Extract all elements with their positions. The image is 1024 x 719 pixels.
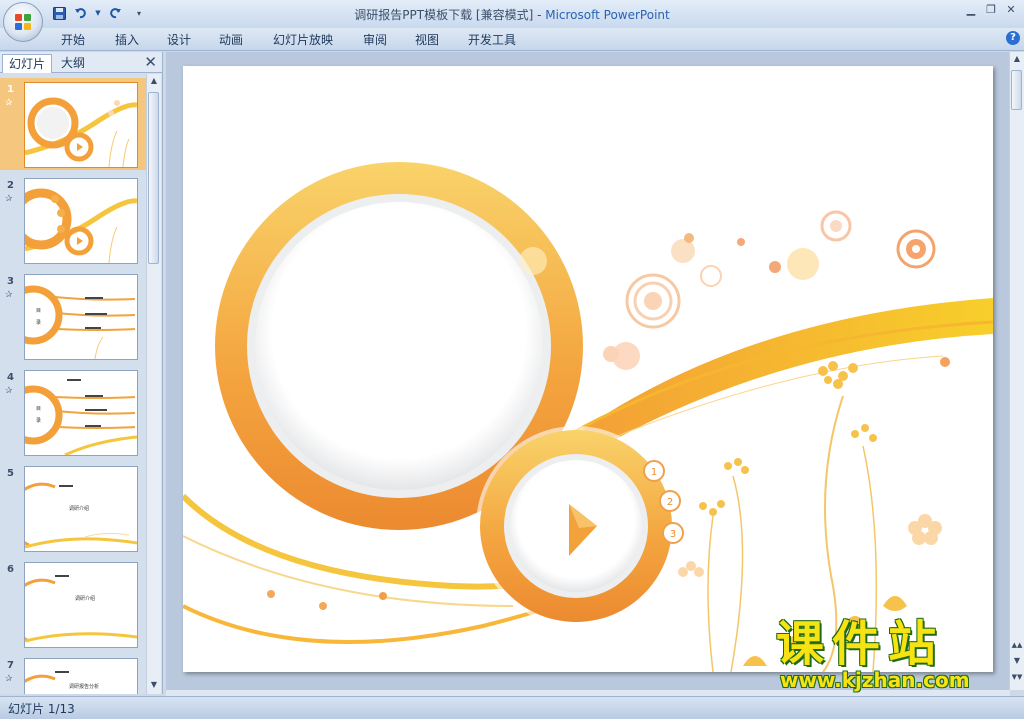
window-controls: ▁ ❐ ✕	[964, 3, 1018, 17]
scroll-thumb[interactable]	[1011, 70, 1022, 110]
badge-2: 2	[667, 497, 673, 508]
thumbnail-list: 1 ✰ 2 ✰ 3 ✰ 目 录 4 ✰ 目 录 5 调研介绍 6 调研介绍 7 …	[0, 74, 146, 694]
next-slide-icon[interactable]: ▼▼	[1010, 670, 1024, 684]
watermark-url: www.kjzhan.com	[780, 668, 970, 692]
transition-icon: ✰	[5, 386, 13, 396]
tab-slideshow[interactable]: 幻灯片放映	[273, 31, 333, 48]
app-name: Microsoft PowerPoint	[545, 8, 670, 22]
slide-thumbnail-1[interactable]: 1 ✰	[0, 78, 146, 170]
slide-editor: 1 2 3	[166, 52, 1010, 690]
office-button[interactable]	[3, 2, 43, 42]
slide-number: 7	[7, 660, 14, 671]
thumbnail-image: 目 录	[24, 370, 138, 456]
thumbnail-label: 调研介绍	[75, 596, 96, 602]
slide-number: 5	[7, 468, 14, 479]
tab-outline[interactable]: 大纲	[55, 54, 91, 72]
tab-animation[interactable]: 动画	[219, 31, 243, 48]
slide-number: 3	[7, 276, 14, 287]
slide-canvas[interactable]: 1 2 3	[183, 66, 993, 672]
scroll-down-icon[interactable]: ▼	[1010, 654, 1024, 668]
document-title: 调研报告PPT模板下载 [兼容模式]	[354, 8, 534, 22]
tab-insert[interactable]: 插入	[115, 31, 139, 48]
slide-artwork: 1 2 3	[183, 162, 993, 672]
transition-icon: ✰	[5, 290, 13, 300]
slide-thumbnail-5[interactable]: 5 调研介绍	[0, 462, 146, 554]
minimize-icon[interactable]: ▁	[964, 3, 978, 17]
slide-thumbnail-4[interactable]: 4 ✰ 目 录	[0, 366, 146, 458]
thumbnail-label: 目	[36, 406, 42, 412]
tab-home[interactable]: 开始	[61, 31, 85, 48]
slides-pane: 幻灯片 大纲 ✕ 1 ✰ 2 ✰ 3 ✰ 目 录 4 ✰ 目 录 5 调研介绍 …	[0, 52, 163, 694]
scroll-up-icon[interactable]: ▲	[1010, 52, 1024, 66]
transition-icon: ✰	[5, 98, 13, 108]
slide-number: 1	[7, 84, 14, 95]
thumbnail-image	[24, 178, 138, 264]
thumbnail-label: 录	[36, 418, 42, 424]
slide-thumbnail-2[interactable]: 2 ✰	[0, 174, 146, 266]
transition-icon: ✰	[5, 194, 13, 204]
thumbnail-image: 调研介绍	[24, 466, 138, 552]
scroll-thumb[interactable]	[148, 92, 159, 264]
badge-1: 1	[651, 467, 657, 478]
previous-slide-icon[interactable]: ▲▲	[1010, 638, 1024, 652]
tab-developer[interactable]: 开发工具	[468, 31, 516, 48]
status-bar: 幻灯片 1/13	[0, 696, 1024, 719]
thumbnail-label: 调研报告分析	[69, 684, 100, 690]
thumbnail-image	[24, 82, 138, 168]
slide-thumbnail-6[interactable]: 6 调研介绍	[0, 558, 146, 650]
thumbnail-image: 目 录	[24, 274, 138, 360]
tab-view[interactable]: 视图	[415, 31, 439, 48]
slide-thumbnail-3[interactable]: 3 ✰ 目 录	[0, 270, 146, 362]
watermark-logo: 课件站 www.kjzhan.com	[776, 616, 1006, 696]
restore-icon[interactable]: ❐	[984, 3, 998, 17]
close-icon[interactable]: ✕	[1004, 3, 1018, 17]
scroll-up-icon[interactable]: ▲	[147, 74, 161, 88]
slide-indicator: 幻灯片 1/13	[8, 702, 75, 716]
thumbnail-label: 录	[36, 320, 42, 326]
tab-slides[interactable]: 幻灯片	[2, 54, 53, 73]
window-title: 调研报告PPT模板下载 [兼容模式] - Microsoft PowerPoin…	[0, 6, 1024, 23]
thumbnail-image: 调研介绍	[24, 562, 138, 648]
pane-tabs: 幻灯片 大纲 ✕	[0, 52, 162, 73]
badge-3: 3	[670, 529, 676, 540]
thumbnail-image: 调研报告分析	[24, 658, 138, 694]
ribbon-tabs: 开始 插入 设计 动画 幻灯片放映 审阅 视图 开发工具 ?	[0, 28, 1024, 51]
slide-number: 6	[7, 564, 14, 575]
thumbnail-label: 调研介绍	[69, 506, 90, 512]
title-bar: ▼ ▾ 调研报告PPT模板下载 [兼容模式] - Microsoft Power…	[0, 0, 1024, 28]
slide-thumbnail-7[interactable]: 7 ✰ 调研报告分析	[0, 654, 146, 694]
scroll-down-icon[interactable]: ▼	[147, 678, 161, 692]
close-pane-icon[interactable]: ✕	[144, 53, 157, 71]
thumbnail-scrollbar[interactable]: ▲ ▼	[146, 74, 161, 694]
help-icon[interactable]: ?	[1006, 31, 1020, 45]
editor-scrollbar[interactable]: ▲ ▲▲ ▼ ▼▼	[1009, 52, 1024, 690]
title-separator: -	[533, 8, 546, 22]
slide-number: 4	[7, 372, 14, 383]
tab-design[interactable]: 设计	[167, 31, 191, 48]
slide-number: 2	[7, 180, 14, 191]
thumbnail-label: 目	[36, 308, 42, 314]
watermark-text: 课件站	[776, 616, 945, 672]
office-logo-icon	[15, 14, 31, 30]
tab-review[interactable]: 审阅	[363, 31, 387, 48]
transition-icon: ✰	[5, 674, 13, 684]
